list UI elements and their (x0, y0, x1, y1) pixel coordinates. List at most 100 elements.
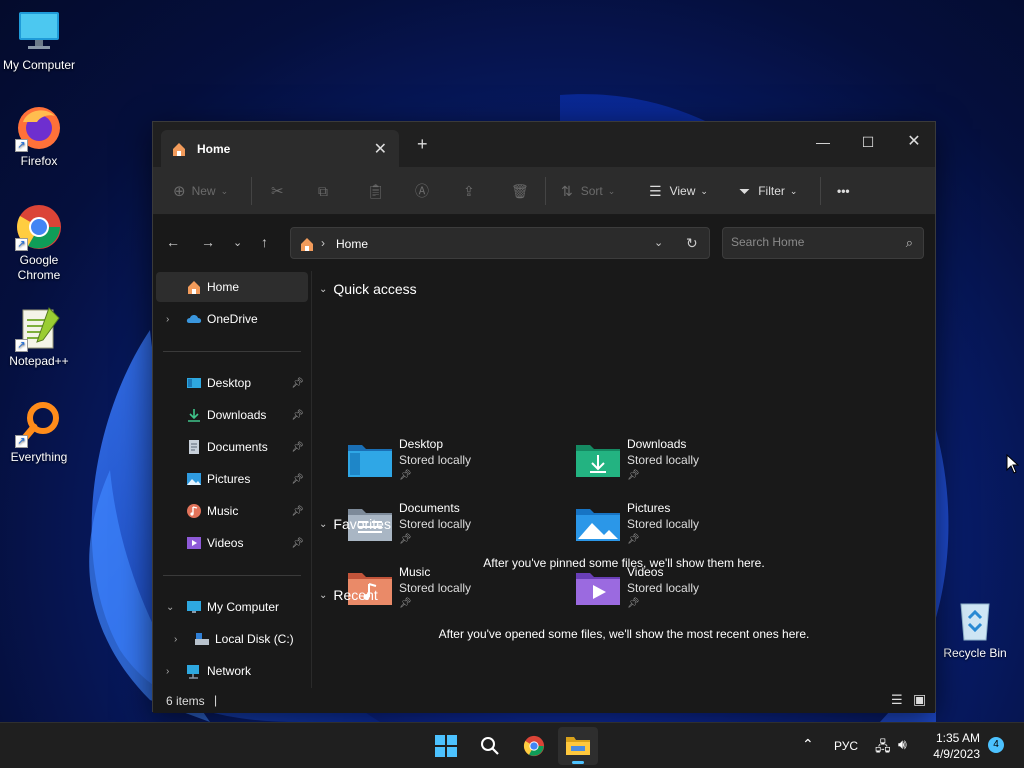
sidebar-item-videos[interactable]: Videos 📌︎ (156, 528, 308, 558)
video-icon (187, 537, 201, 549)
quick-access-tile-music[interactable]: Music Stored locally 📌︎ (348, 563, 568, 619)
windows-logo-icon (435, 735, 457, 757)
drive-icon (195, 633, 209, 645)
forward-button[interactable]: → (201, 234, 215, 250)
pane-splitter[interactable] (311, 271, 312, 688)
up-button[interactable]: ↑ (261, 234, 268, 250)
sidebar-item-downloads[interactable]: Downloads 📌︎ (156, 400, 308, 430)
sidebar-divider (163, 351, 301, 352)
search-box[interactable]: ⌕ (722, 227, 924, 259)
desktop-icon-recycle-bin[interactable]: Recycle Bin (936, 596, 1014, 661)
shortcut-arrow-icon: ↗ (15, 339, 28, 352)
notification-badge[interactable]: 4 (988, 737, 1004, 753)
close-tab-icon[interactable]: ✕ (374, 139, 387, 159)
clock-date: 4/9/2023 (933, 747, 980, 761)
breadcrumb[interactable]: Home (336, 237, 368, 251)
minimize-button[interactable]: — (800, 128, 846, 156)
cloud-icon (186, 315, 202, 323)
sidebar-item-pictures[interactable]: Pictures 📌︎ (156, 464, 308, 494)
chrome-taskbar-button[interactable] (514, 727, 554, 765)
sidebar-item-my-computer[interactable]: ⌄ My Computer (156, 592, 308, 622)
desktop-icon-firefox[interactable]: ↗ Firefox (0, 104, 78, 169)
desktop-icon-my-computer[interactable]: My Computer (0, 8, 78, 73)
pin-icon: 📌︎ (399, 534, 412, 545)
favorites-header[interactable]: ⌄ Favorites (319, 516, 391, 532)
volume-icon[interactable]: 🔊︎ (898, 736, 907, 753)
desktop-icon-everything[interactable]: ↗ Everything (0, 400, 78, 465)
tile-name: Desktop (399, 437, 444, 451)
pin-icon: 📌︎ (291, 537, 304, 549)
copy-button[interactable]: ⧉ (318, 179, 328, 203)
tiles-view-icon[interactable]: ▣ (913, 691, 926, 708)
new-tab-button[interactable]: + (417, 134, 428, 155)
new-button[interactable]: ⊕ New ⌄ (173, 179, 228, 203)
sidebar-item-documents[interactable]: Documents 📌︎ (156, 432, 308, 462)
sidebar-item-network[interactable]: › Network (156, 656, 308, 686)
quick-access-tile-pictures[interactable]: Pictures Stored locally 📌︎ (576, 499, 796, 555)
close-window-button[interactable]: ✕ (891, 128, 937, 156)
filter-button[interactable]: ⏷ Filter ⌄ (739, 179, 797, 203)
scissors-icon: ✂ (271, 183, 284, 200)
view-icon: ☰ (649, 182, 662, 199)
monitor-icon (187, 601, 201, 613)
quick-access-tile-desktop[interactable]: Desktop Stored locally 📌︎ (348, 435, 568, 491)
search-taskbar-button[interactable] (470, 727, 510, 765)
quick-access-header[interactable]: ⌄ Quick access (319, 281, 417, 297)
sidebar-item-local-disk[interactable]: › Local Disk (C:) (156, 624, 308, 654)
sidebar-item-label: Music (207, 504, 239, 518)
sidebar-item-desktop[interactable]: Desktop 📌︎ (156, 368, 308, 398)
chevron-down-icon: ⌄ (607, 185, 616, 196)
file-explorer-taskbar-button[interactable] (558, 727, 598, 765)
sort-button[interactable]: ⇅ Sort ⌄ (561, 179, 615, 203)
network-tray-icon[interactable]: 🖧︎ (875, 736, 891, 760)
search-input[interactable] (731, 235, 891, 249)
download-icon (188, 409, 200, 422)
quick-access-tile-videos[interactable]: Videos Stored locally 📌︎ (576, 563, 796, 619)
recent-locations-button[interactable]: ⌄ (233, 236, 242, 249)
start-button[interactable] (426, 727, 466, 765)
magnifier-icon: ↗ (15, 400, 63, 448)
status-bar: 6 items | ☰ ▣ (153, 688, 935, 713)
notepadpp-icon: ↗ (15, 304, 63, 352)
document-icon (189, 440, 199, 454)
details-view-icon[interactable]: ☰ (891, 692, 903, 708)
input-language-indicator[interactable]: РУС (834, 739, 858, 753)
desktop-icon-chrome[interactable]: ↗ Google Chrome (0, 203, 78, 283)
search-icon[interactable]: ⌕ (906, 235, 913, 251)
tab-home[interactable]: Home ✕ (161, 130, 399, 167)
paste-button[interactable]: 📋︎ (367, 179, 385, 203)
sidebar-item-label: Downloads (207, 408, 267, 422)
rename-button[interactable]: Ⓐ (415, 179, 429, 203)
see-more-button[interactable]: ••• (837, 179, 850, 203)
chevron-right-icon[interactable]: › (166, 666, 169, 677)
desktop-icon-notepadpp[interactable]: ↗ Notepad++ (0, 304, 78, 369)
cut-button[interactable]: ✂ (271, 179, 284, 203)
address-bar[interactable]: › Home ⌄ ↻ (290, 227, 710, 259)
tile-name: Downloads (627, 437, 687, 451)
chevron-down-icon: ⌄ (789, 185, 798, 196)
shortcut-arrow-icon: ↗ (15, 435, 28, 448)
status-divider: | (214, 693, 218, 707)
delete-button[interactable]: 🗑︎ (511, 179, 529, 203)
chevron-right-icon[interactable]: › (174, 634, 177, 645)
chevron-down-icon: ⌄ (319, 518, 328, 530)
recent-header[interactable]: ⌄ Recent (319, 587, 378, 603)
refresh-icon[interactable]: ↻ (686, 235, 698, 252)
sidebar-item-music[interactable]: Music 📌︎ (156, 496, 308, 526)
chevron-right-icon[interactable]: › (166, 314, 169, 325)
quick-access-tile-downloads[interactable]: Downloads Stored locally 📌︎ (576, 435, 796, 491)
chevron-down-icon[interactable]: ⌄ (166, 602, 174, 613)
view-button[interactable]: ☰ View ⌄ (649, 179, 708, 203)
sidebar-item-label: Desktop (207, 376, 252, 390)
show-hidden-icons-button[interactable]: ⌃ (802, 736, 814, 753)
address-history-icon[interactable]: ⌄ (654, 236, 663, 249)
maximize-button[interactable]: ☐ (845, 128, 891, 156)
sidebar-item-home[interactable]: Home (156, 272, 308, 302)
sidebar-item-onedrive[interactable]: › OneDrive (156, 304, 308, 334)
item-count: 6 items (166, 694, 205, 708)
sort-label: Sort (580, 184, 603, 198)
firefox-icon: ↗ (15, 104, 63, 152)
back-button[interactable]: ← (166, 234, 180, 250)
clock[interactable]: 1:35 AM 4/9/2023 (928, 730, 980, 762)
share-button[interactable]: ⇪ (463, 179, 475, 203)
